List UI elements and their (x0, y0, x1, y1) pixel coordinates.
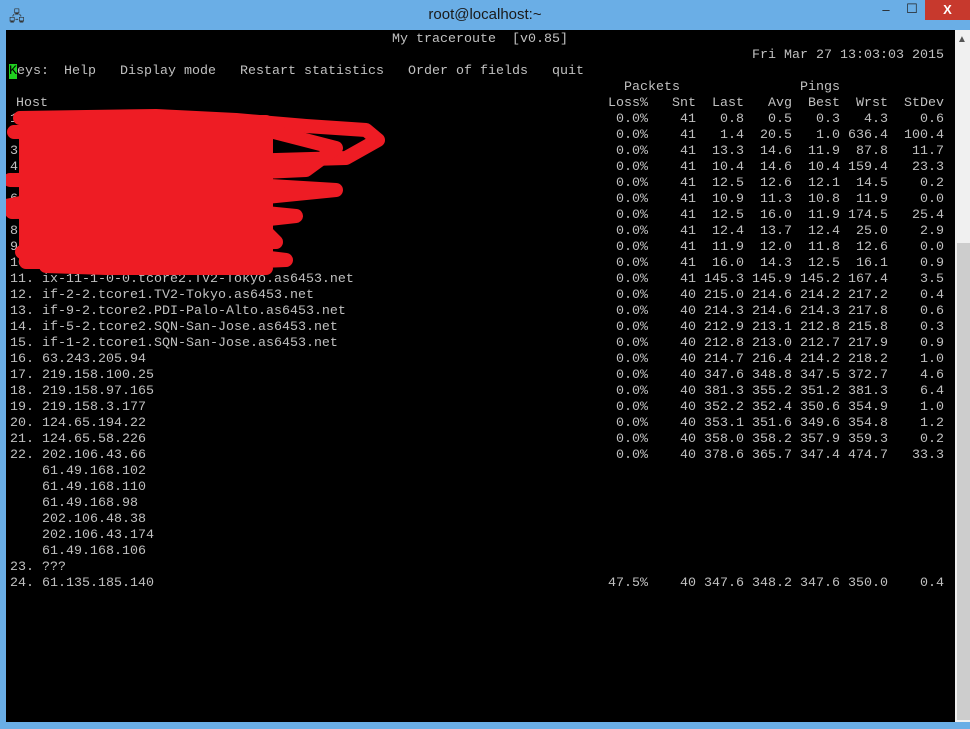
close-button[interactable]: X (925, 0, 970, 20)
scroll-up-arrow[interactable]: ▲ (957, 34, 967, 45)
maximize-button[interactable]: ☐ (899, 1, 925, 21)
minimize-button[interactable]: – (873, 2, 899, 22)
red-redaction-scribble (6, 109, 385, 275)
scrollbar-thumb[interactable] (957, 243, 970, 720)
title-bar: 🖧 root@localhost:~ – ☐ X (0, 0, 970, 30)
window-title: root@localhost:~ (428, 6, 542, 23)
scribble-fill (19, 115, 273, 269)
terminal[interactable]: My traceroute [v0.85] Fri Mar 27 13:03:0… (6, 30, 955, 722)
